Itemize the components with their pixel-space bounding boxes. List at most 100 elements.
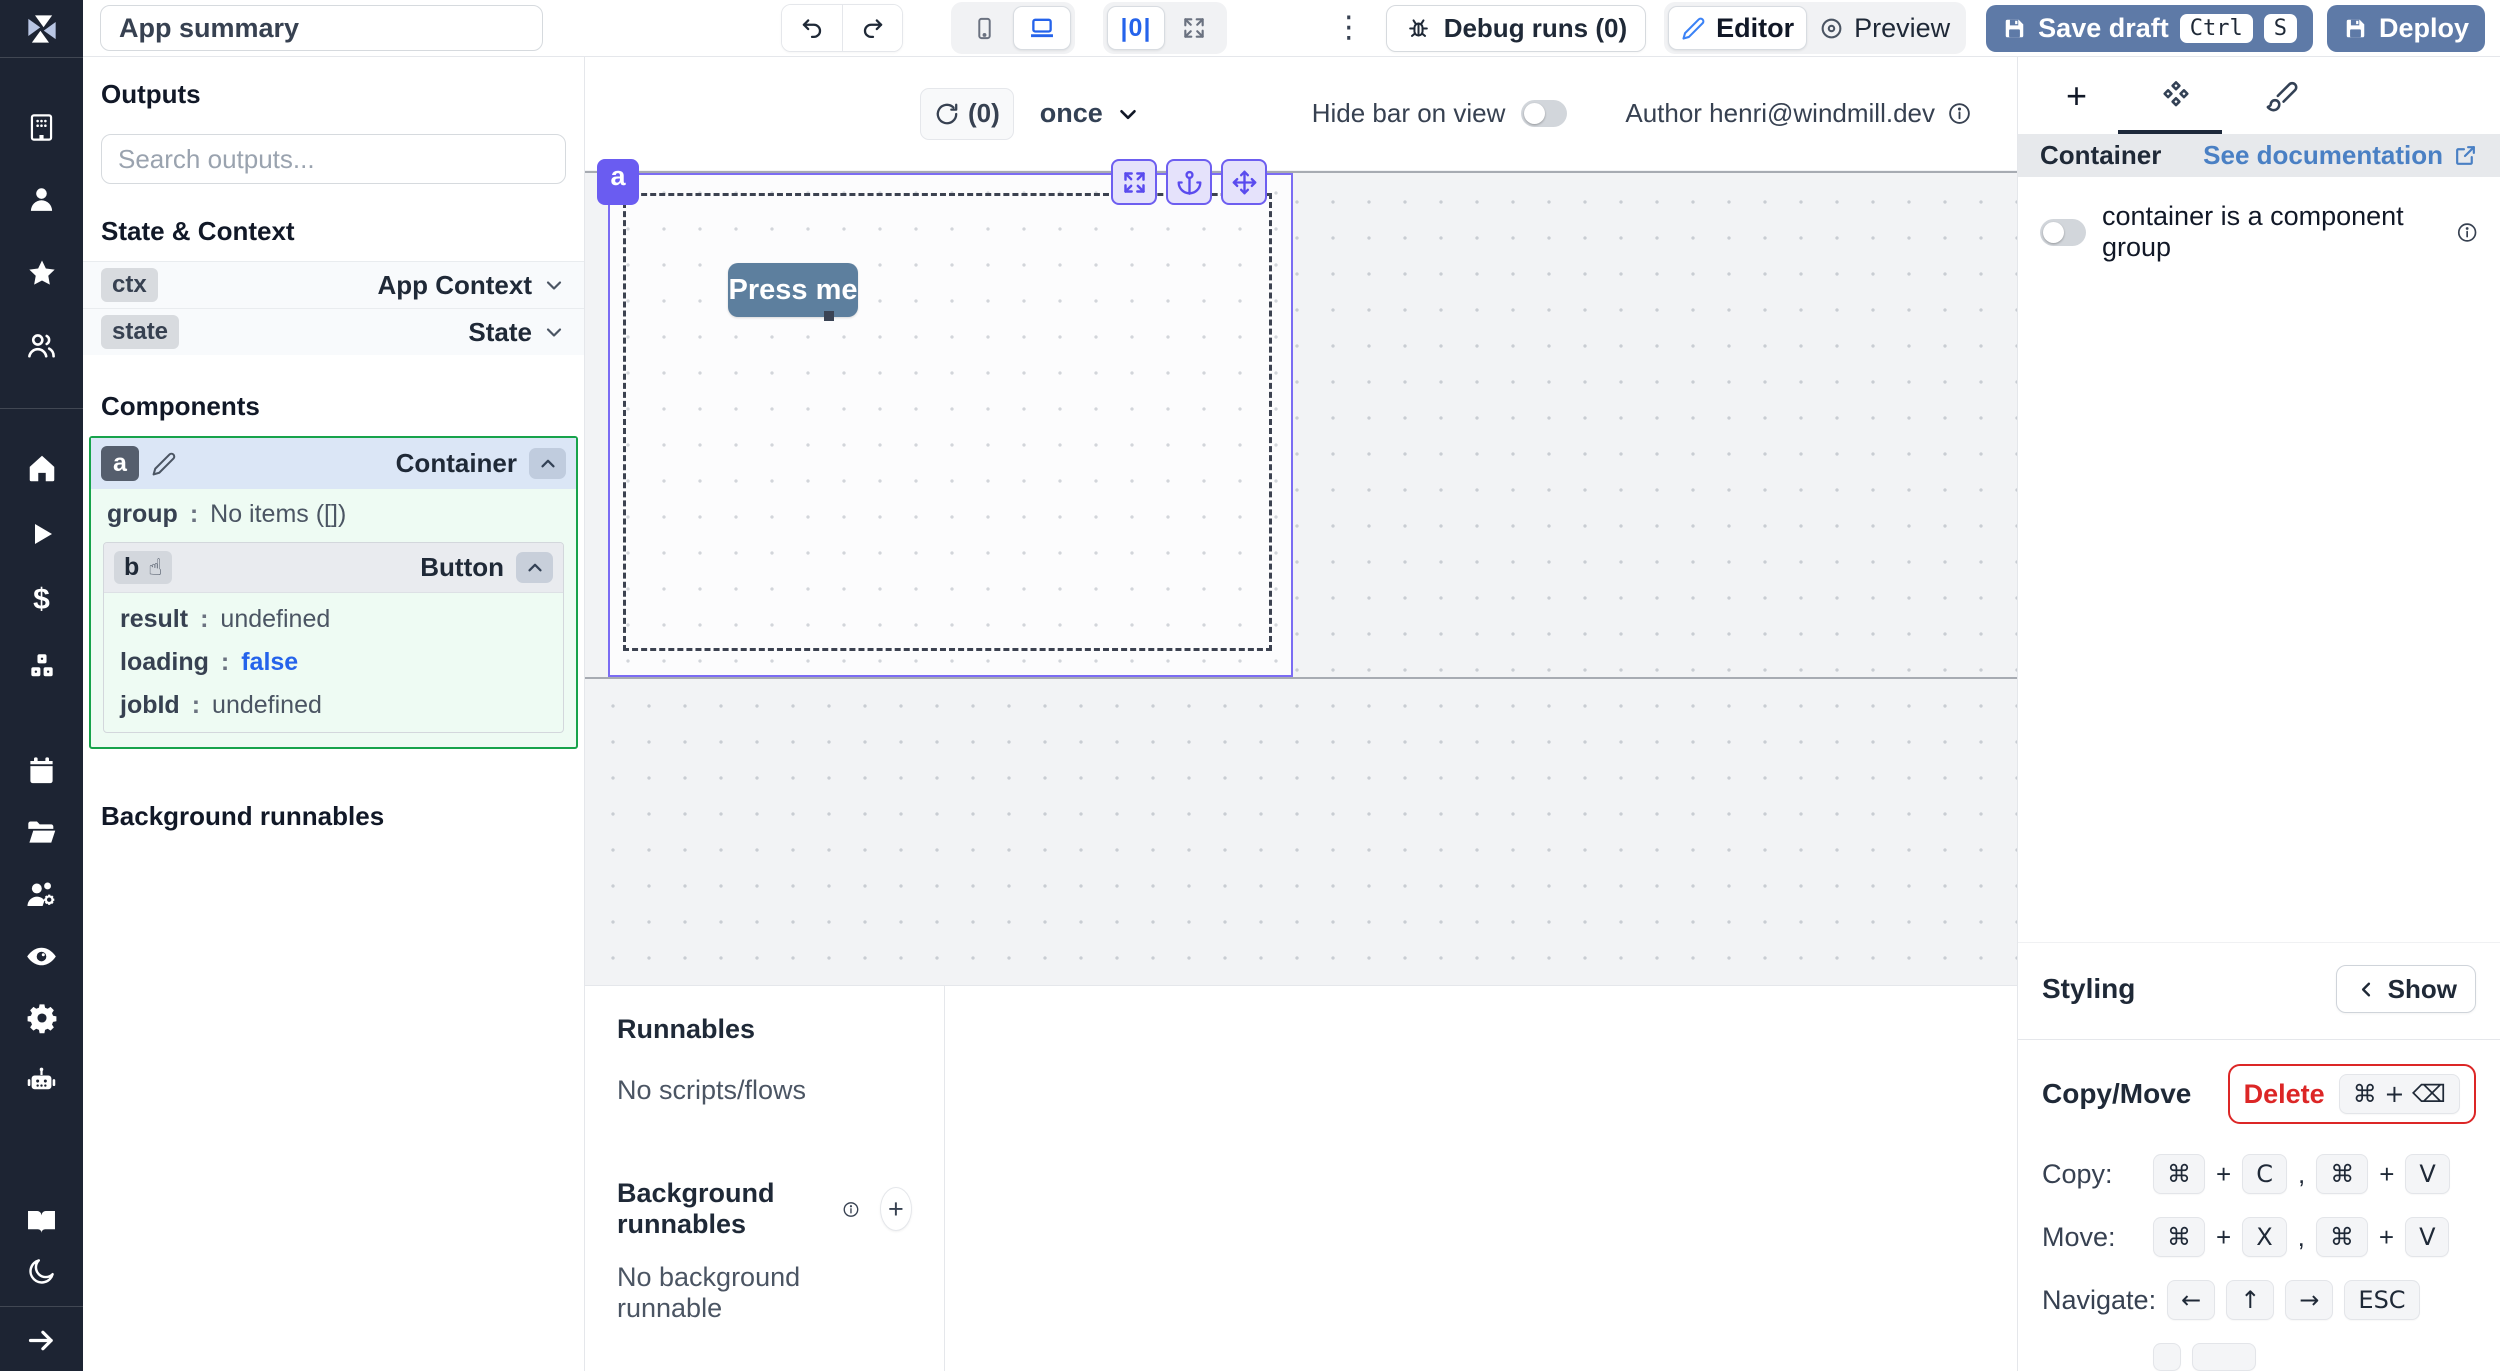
container-type-label: Container <box>396 448 517 479</box>
editor-tab[interactable]: Editor <box>1668 6 1807 50</box>
resize-handle[interactable] <box>824 311 834 321</box>
gear-icon[interactable] <box>25 1001 59 1035</box>
users-icon[interactable] <box>25 328 59 362</box>
see-documentation-link[interactable]: See documentation <box>2203 140 2478 171</box>
kebab-menu-icon[interactable]: ⋮ <box>1328 13 1370 43</box>
desktop-view-button[interactable] <box>1013 6 1071 50</box>
calendar-icon[interactable] <box>25 753 59 787</box>
container-controls <box>1111 159 1267 205</box>
edit-pencil-icon[interactable] <box>151 451 177 477</box>
background-runnables-title: Background runnables <box>101 801 566 832</box>
debug-runs-button[interactable]: Debug runs (0) <box>1386 5 1646 52</box>
background-runnables-title: Background runnables <box>617 1178 828 1240</box>
move-shortcut-row: Move: ⌘ + X , ⌘ + V <box>2042 1217 2476 1257</box>
nav-rail: $ <box>0 0 83 1371</box>
star-icon[interactable] <box>25 256 59 290</box>
building-icon[interactable] <box>25 110 59 144</box>
app-summary-input[interactable] <box>100 5 543 51</box>
robot-icon[interactable] <box>25 1063 59 1097</box>
selected-container-component[interactable]: a Press me <box>608 173 1293 677</box>
refresh-button[interactable]: (0) <box>920 88 1014 140</box>
chevron-down-icon[interactable] <box>542 273 566 297</box>
preview-tab[interactable]: Preview <box>1807 6 1962 50</box>
show-styling-button[interactable]: Show <box>2336 965 2476 1013</box>
editor-preview-group: Editor Preview <box>1664 2 1966 54</box>
canvas-toolbar: (0) once Hide bar on view Author henri@w… <box>585 57 2017 170</box>
add-background-runnable-button[interactable]: + <box>880 1187 912 1231</box>
clipped-key <box>2192 1343 2256 1371</box>
c-key: C <box>2242 1154 2287 1194</box>
windmill-logo[interactable] <box>0 0 83 57</box>
redo-button[interactable] <box>842 5 902 51</box>
play-icon[interactable] <box>25 517 59 551</box>
cubes-icon[interactable] <box>25 649 59 683</box>
state-row[interactable]: state State <box>83 308 584 355</box>
inspector-tabs: + <box>2018 57 2500 134</box>
centered-layout-button[interactable]: |0| <box>1107 6 1165 50</box>
anchor-icon[interactable] <box>1166 159 1212 205</box>
ctx-label: App Context <box>377 270 532 301</box>
press-me-button[interactable]: Press me <box>728 263 858 317</box>
hide-bar-toggle[interactable] <box>1521 100 1567 127</box>
folder-open-icon[interactable] <box>25 815 59 849</box>
expand-icon[interactable] <box>1111 159 1157 205</box>
moon-icon[interactable] <box>25 1254 59 1288</box>
arrow-left-key: ← <box>2167 1280 2215 1320</box>
user-gear-icon[interactable] <box>25 877 59 911</box>
chevron-left-icon <box>2355 978 2378 1001</box>
info-icon[interactable] <box>1947 101 1972 126</box>
navigate-shortcut-row: Navigate: ← ↑ → ESC <box>2042 1280 2476 1320</box>
component-settings-tab[interactable] <box>2159 79 2193 113</box>
cmd-key: ⌘ <box>2153 1154 2205 1194</box>
jobid-prop-row[interactable]: jobId : undefined <box>104 684 563 732</box>
debug-runs-label: Debug runs (0) <box>1444 13 1627 44</box>
mobile-view-button[interactable] <box>955 6 1013 50</box>
inspector-footer: Styling Show Copy/Move Delete ⌘ + ⌫ Copy… <box>2018 942 2500 1371</box>
info-icon[interactable] <box>842 1197 860 1222</box>
styling-tab[interactable] <box>2265 79 2299 113</box>
result-prop-row[interactable]: result : undefined <box>104 593 563 641</box>
app-canvas[interactable]: (0) once Hide bar on view Author henri@w… <box>585 57 2017 985</box>
components-title: Components <box>101 391 566 422</box>
arrow-right-icon[interactable] <box>25 1323 59 1357</box>
book-icon[interactable] <box>25 1204 59 1238</box>
s-key-chip: S <box>2264 14 2297 43</box>
add-component-tab[interactable]: + <box>2066 78 2087 114</box>
refresh-icon <box>934 101 960 127</box>
collapse-container-button[interactable] <box>529 448 566 479</box>
group-prop-row[interactable]: group : No items ([]) <box>91 489 576 536</box>
layout-toggle-group: |0| <box>1103 2 1227 54</box>
info-icon[interactable] <box>2456 220 2478 245</box>
runnables-title: Runnables <box>617 1014 912 1045</box>
eye-icon[interactable] <box>25 939 59 973</box>
full-width-layout-button[interactable] <box>1165 6 1223 50</box>
ctx-badge: ctx <box>101 268 158 302</box>
user-icon[interactable] <box>25 182 59 216</box>
chevron-down-icon <box>1115 101 1141 127</box>
search-outputs-input[interactable] <box>101 134 566 184</box>
component-group-toggle[interactable] <box>2040 219 2086 246</box>
esc-key: ESC <box>2344 1280 2419 1320</box>
home-icon[interactable] <box>25 451 59 485</box>
container-tag-badge[interactable]: a <box>597 159 639 205</box>
rail-divider <box>0 1306 83 1307</box>
delete-component-button[interactable]: Delete ⌘ + ⌫ <box>2228 1064 2476 1124</box>
loading-prop-row[interactable]: loading : false <box>104 641 563 684</box>
undo-button[interactable] <box>782 5 842 51</box>
refresh-mode-select[interactable]: once <box>1040 98 1141 129</box>
state-context-title: State & Context <box>101 216 566 247</box>
collapse-button-button[interactable] <box>516 552 553 583</box>
chevron-down-icon[interactable] <box>542 320 566 344</box>
button-id-chip: b ☝ <box>114 551 172 584</box>
container-component-header[interactable]: a Container <box>91 438 576 489</box>
save-draft-button[interactable]: Save draft Ctrl S <box>1986 5 2313 52</box>
canvas-grid[interactable]: a Press me − 100% + <box>585 170 2017 985</box>
dollar-icon[interactable]: $ <box>25 583 59 617</box>
preview-eye-icon <box>1819 16 1844 41</box>
move-icon[interactable] <box>1221 159 1267 205</box>
grid-bottom-line <box>585 677 2017 679</box>
container-drop-zone[interactable] <box>623 193 1272 651</box>
ctx-row[interactable]: ctx App Context <box>83 261 584 308</box>
button-component-header[interactable]: b ☝ Button <box>104 543 563 593</box>
deploy-button[interactable]: Deploy <box>2327 5 2485 52</box>
